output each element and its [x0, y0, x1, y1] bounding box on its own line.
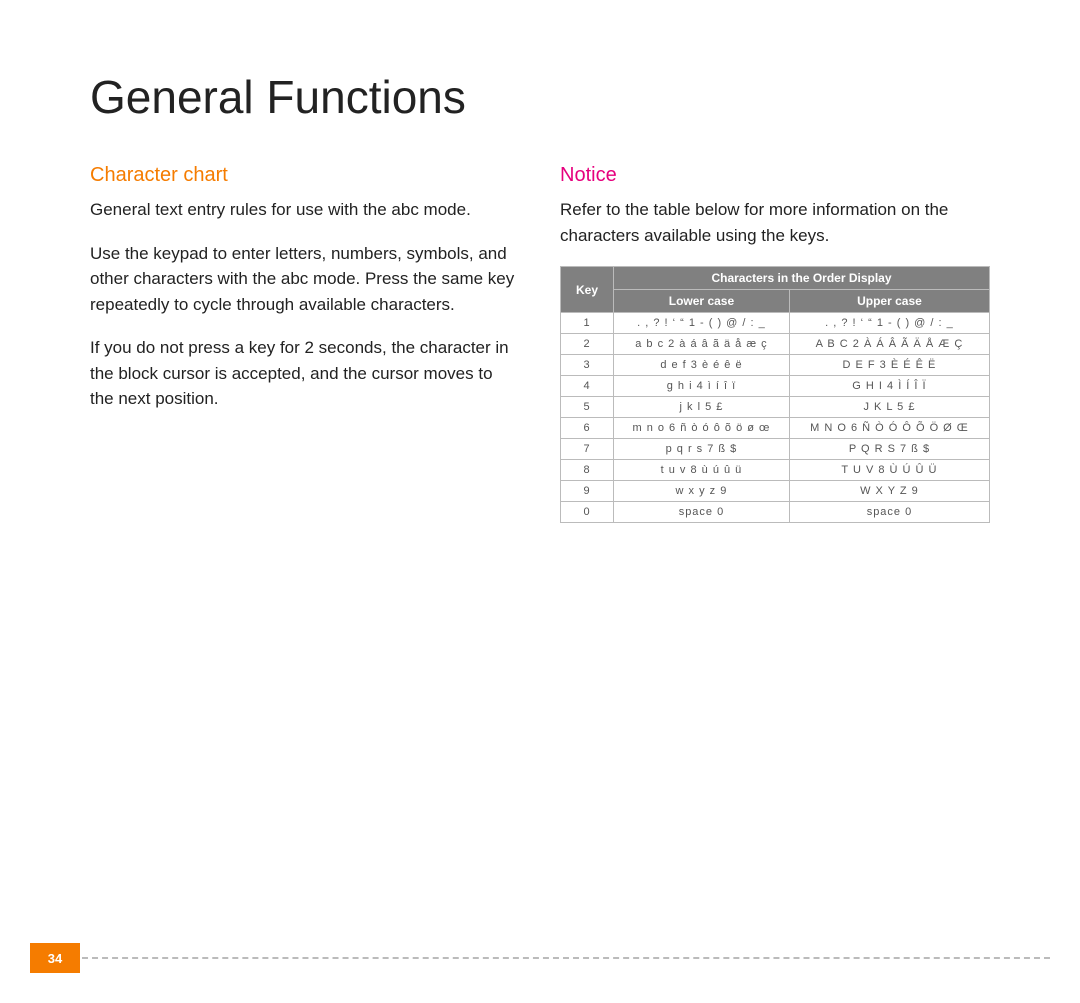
cell-lower-case: d e f 3 è é ê ë: [614, 355, 790, 376]
cell-upper-case: D E F 3 È É Ê Ë: [789, 355, 989, 376]
table-row: 9w x y z 9W X Y Z 9: [561, 481, 990, 502]
section-heading-notice: Notice: [560, 164, 990, 187]
table-header-lower: Lower case: [614, 290, 790, 313]
cell-key: 4: [561, 376, 614, 397]
cell-upper-case: A B C 2 À Á Â Ã Ä Å Æ Ç: [789, 334, 989, 355]
footer-divider: [82, 957, 1050, 959]
table-row: 5j k l 5 £J K L 5 £: [561, 397, 990, 418]
table-header-upper: Upper case: [789, 290, 989, 313]
paragraph: Refer to the table below for more inform…: [560, 197, 990, 248]
paragraph: Use the keypad to enter letters, numbers…: [90, 241, 520, 318]
cell-lower-case: p q r s 7 ß $: [614, 439, 790, 460]
table-row: 8t u v 8 ù ú û üT U V 8 Ù Ú Û Ü: [561, 460, 990, 481]
table-header-key: Key: [561, 267, 614, 313]
cell-lower-case: . , ? ! ‘ “ 1 - ( ) @ / : _: [614, 313, 790, 334]
cell-upper-case: M N O 6 Ñ Ò Ó Ô Õ Ö Ø Œ: [789, 418, 989, 439]
paragraph: If you do not press a key for 2 seconds,…: [90, 335, 520, 412]
cell-lower-case: a b c 2 à á â ã ä å æ ç: [614, 334, 790, 355]
page-title: General Functions: [90, 70, 990, 124]
cell-key: 8: [561, 460, 614, 481]
cell-upper-case: space 0: [789, 502, 989, 523]
content-columns: Character chart General text entry rules…: [90, 164, 990, 523]
table-row: 6m n o 6 ñ ò ó ô õ ö ø œM N O 6 Ñ Ò Ó Ô …: [561, 418, 990, 439]
cell-key: 9: [561, 481, 614, 502]
cell-key: 3: [561, 355, 614, 376]
cell-key: 7: [561, 439, 614, 460]
right-column: Notice Refer to the table below for more…: [560, 164, 990, 523]
cell-upper-case: P Q R S 7 ß $: [789, 439, 989, 460]
table-row: 4g h i 4 ì í î ïG H I 4 Ì Í Î Ï: [561, 376, 990, 397]
cell-upper-case: G H I 4 Ì Í Î Ï: [789, 376, 989, 397]
cell-key: 6: [561, 418, 614, 439]
table-row: 3d e f 3 è é ê ëD E F 3 È É Ê Ë: [561, 355, 990, 376]
table-row: 2a b c 2 à á â ã ä å æ çA B C 2 À Á Â Ã …: [561, 334, 990, 355]
section-heading-character-chart: Character chart: [90, 164, 520, 187]
cell-lower-case: space 0: [614, 502, 790, 523]
character-table: Key Characters in the Order Display Lowe…: [560, 266, 990, 523]
cell-lower-case: j k l 5 £: [614, 397, 790, 418]
cell-key: 1: [561, 313, 614, 334]
cell-lower-case: m n o 6 ñ ò ó ô õ ö ø œ: [614, 418, 790, 439]
document-page: General Functions Character chart Genera…: [0, 0, 1080, 1003]
cell-upper-case: J K L 5 £: [789, 397, 989, 418]
table-header-order: Characters in the Order Display: [614, 267, 990, 290]
table-row: 0space 0space 0: [561, 502, 990, 523]
cell-upper-case: W X Y Z 9: [789, 481, 989, 502]
cell-key: 0: [561, 502, 614, 523]
cell-lower-case: w x y z 9: [614, 481, 790, 502]
cell-lower-case: g h i 4 ì í î ï: [614, 376, 790, 397]
page-footer: 34: [0, 943, 1080, 973]
page-number-badge: 34: [30, 943, 80, 973]
table-row: 7p q r s 7 ß $P Q R S 7 ß $: [561, 439, 990, 460]
cell-upper-case: T U V 8 Ù Ú Û Ü: [789, 460, 989, 481]
cell-key: 5: [561, 397, 614, 418]
left-column: Character chart General text entry rules…: [90, 164, 520, 523]
cell-key: 2: [561, 334, 614, 355]
cell-lower-case: t u v 8 ù ú û ü: [614, 460, 790, 481]
paragraph: General text entry rules for use with th…: [90, 197, 520, 223]
table-row: 1. , ? ! ‘ “ 1 - ( ) @ / : _. , ? ! ‘ “ …: [561, 313, 990, 334]
cell-upper-case: . , ? ! ‘ “ 1 - ( ) @ / : _: [789, 313, 989, 334]
